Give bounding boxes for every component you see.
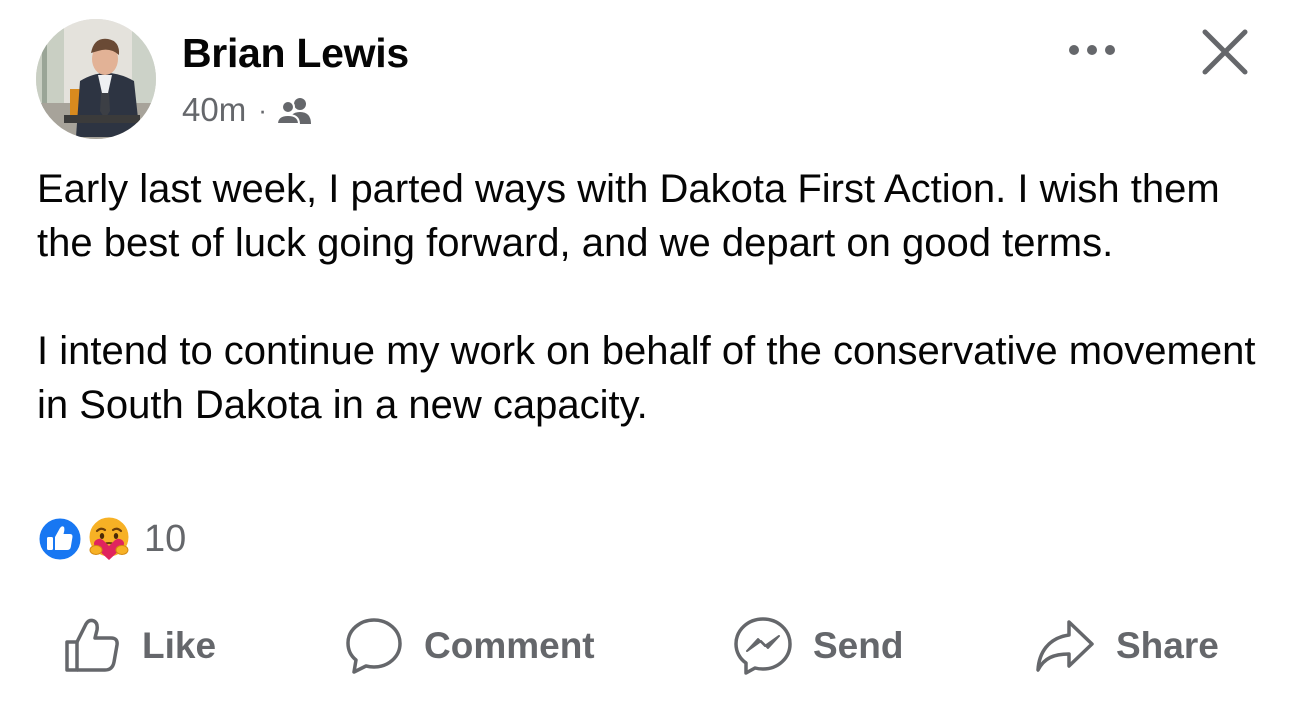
close-button[interactable]: [1195, 22, 1255, 82]
post-paragraph: I intend to continue my work on behalf o…: [37, 329, 1256, 427]
care-reaction-icon: [86, 514, 132, 560]
thumbs-up-icon: [65, 618, 119, 672]
post-paragraph: Early last week, I parted ways with Dako…: [37, 167, 1220, 265]
close-icon: [1202, 29, 1248, 75]
comment-label: Comment: [424, 625, 595, 666]
avatar[interactable]: [36, 19, 156, 139]
reactions-summary[interactable]: 10: [36, 514, 186, 564]
send-button[interactable]: Send: [733, 608, 903, 684]
share-arrow-icon: [1036, 620, 1094, 672]
share-label: Share: [1116, 625, 1219, 666]
send-label: Send: [813, 625, 904, 666]
more-options-button[interactable]: [1062, 30, 1126, 70]
action-bar: Like Comment Send Share: [0, 608, 1290, 684]
timestamp[interactable]: 40m: [182, 91, 246, 129]
post-card: Brian Lewis 40m · Early last week, I par…: [0, 0, 1290, 703]
reaction-count: 10: [144, 517, 187, 560]
post-meta: 40m ·: [182, 90, 313, 130]
meta-separator: ·: [258, 94, 267, 125]
comment-bubble-icon: [346, 618, 402, 674]
friends-audience-icon[interactable]: [276, 96, 313, 124]
like-label: Like: [142, 625, 217, 666]
comment-button[interactable]: Comment: [344, 608, 595, 684]
reaction-icons: [36, 514, 136, 564]
more-options-icon: [1069, 45, 1115, 55]
post-text: Early last week, I parted ways with Dako…: [37, 162, 1257, 432]
messenger-icon: [734, 617, 792, 675]
share-button[interactable]: Share: [1034, 608, 1219, 684]
avatar-photo: [36, 19, 156, 139]
like-reaction-icon: [36, 515, 84, 563]
author-name[interactable]: Brian Lewis: [182, 30, 409, 77]
like-button[interactable]: Like: [62, 608, 216, 684]
